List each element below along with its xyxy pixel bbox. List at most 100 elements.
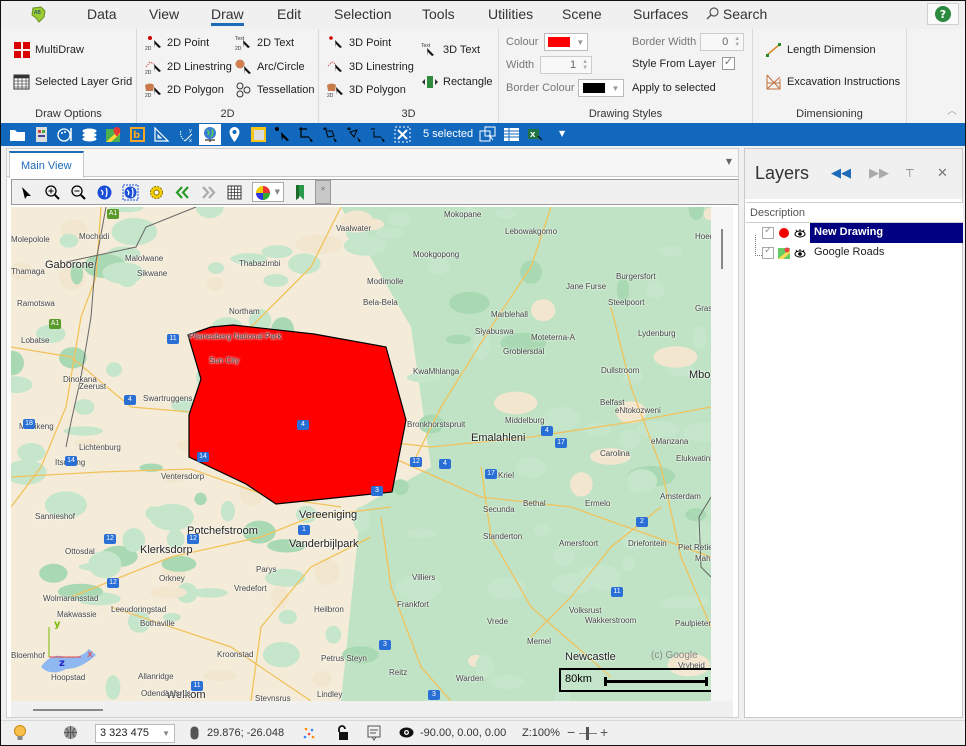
zoom-extent-icon[interactable] [96,184,113,201]
settings-gear-icon[interactable] [148,184,165,201]
2d-polygon-button[interactable]: 2D 2D Polygon [145,82,224,98]
attribute-table-icon[interactable] [503,126,520,143]
eye-icon[interactable] [794,227,806,239]
3d-polygon-button[interactable]: 2D 3D Polygon [327,82,406,98]
snap-points-icon[interactable] [303,726,315,740]
colour-picker[interactable]: ▼ [544,33,589,51]
collapse-ribbon-icon[interactable]: ︿ [947,102,957,117]
search-button[interactable]: Search [706,6,767,22]
globe-grid-icon[interactable] [63,725,78,740]
palette-icon[interactable] [57,126,74,143]
apply-to-selected-button[interactable]: Apply to selected [632,82,716,94]
deselect-icon[interactable] [370,126,387,143]
bing-maps-icon[interactable]: b [129,126,146,143]
spinner-arrows-icon[interactable]: ▲ ▼ [734,36,740,48]
close-icon[interactable]: ✕ [937,166,948,181]
zoom-to-selected-icon[interactable] [479,126,496,143]
eye-icon[interactable] [794,247,806,259]
theme-dropdown[interactable]: ▼ [252,182,284,202]
layer-row-google-roads[interactable]: Google Roads [746,243,963,263]
map-pin-icon[interactable] [226,126,243,143]
unlock-icon[interactable] [337,725,349,741]
scrollbar-thumb[interactable] [721,229,723,269]
triangle-ruler-icon[interactable] [153,126,170,143]
collapse-left-icon[interactable]: ◀◀ [831,166,851,181]
menu-data[interactable]: Data [87,6,117,22]
border-width-spinner[interactable]: 0 ▲ ▼ [700,33,745,51]
open-folder-icon[interactable] [9,126,26,143]
menu-draw[interactable]: Draw [211,6,244,26]
tessellation-button[interactable]: Tessellation [235,82,314,98]
previous-view-icon[interactable] [174,184,191,201]
selected-layer-grid-button[interactable]: Selected Layer Grid [13,74,132,90]
message-icon[interactable] [367,725,381,741]
spinner-arrows-icon[interactable]: ▲ ▼ [582,59,588,71]
route-shield: 14 [65,456,77,466]
select-point-icon[interactable] [274,126,291,143]
rectangle-button[interactable]: Rectangle [421,74,493,90]
2d-group-title: 2D [220,108,235,120]
length-dimension-button[interactable]: Length Dimension [765,42,876,58]
layer-visibility-checkbox[interactable] [762,245,774,259]
layers-stack-icon[interactable] [81,126,98,143]
border-colour-picker[interactable]: ▼ [578,79,625,97]
globe-toggle-button[interactable] [199,124,221,145]
frame-select-icon[interactable] [250,126,267,143]
zoom-slider-thumb[interactable] [586,727,589,740]
bookmark-icon[interactable] [292,184,309,201]
zoom-window-icon[interactable] [122,184,139,201]
select-vertex-icon[interactable] [298,126,315,143]
menu-scene[interactable]: Scene [562,6,602,22]
help-button[interactable]: ? [927,3,959,25]
map-canvas[interactable]: Gaborone Emalahleni Vereeniging Vanderbijlp… [11,207,711,701]
map-vertical-scrollbar[interactable] [711,207,733,701]
expand-right-icon[interactable]: ▶▶ [869,166,889,181]
3d-point-button[interactable]: 3D Point [327,35,391,51]
arc-circle-button[interactable]: Arc/Circle [235,59,305,75]
menu-selection[interactable]: Selection [334,6,392,22]
column-header-description[interactable]: Description [746,203,963,223]
coordinate-axes-icon[interactable]: yx [177,126,194,143]
scale-combo[interactable]: 3 323 475 ▼ [95,724,175,743]
report-icon[interactable] [33,126,50,143]
google-maps-icon[interactable] [105,126,122,143]
select-lasso-icon[interactable] [346,126,363,143]
menu-view[interactable]: View [149,6,179,22]
zoom-in-button[interactable]: + [600,724,608,740]
width-spinner[interactable]: 1 ▲ ▼ [540,56,593,74]
lightbulb-icon[interactable] [13,725,27,742]
grid-toggle-icon[interactable] [226,184,243,201]
select-polygon-icon[interactable] [322,126,339,143]
menu-utilities[interactable]: Utilities [488,6,533,22]
tab-menu-icon[interactable]: ▼ [726,157,732,166]
map-town-label: Elukwatini [676,454,711,463]
layer-visibility-checkbox[interactable] [762,225,774,239]
tab-main-view[interactable]: Main View [9,151,84,178]
zoom-in-icon[interactable] [44,184,61,201]
3d-linestring-button[interactable]: 3D Linestring [327,59,414,75]
3d-text-button[interactable]: Text 3D Text [421,42,480,58]
2d-text-button[interactable]: Text 2D 2D Text [235,35,294,51]
2d-point-button[interactable]: 2D 2D Point [145,35,209,51]
style-from-layer-checkbox[interactable] [721,55,735,70]
zoom-out-button[interactable]: − [567,724,575,740]
zoom-out-icon[interactable] [70,184,87,201]
menu-surfaces[interactable]: Surfaces [633,6,688,22]
multidraw-button[interactable]: MultiDraw [13,42,84,58]
menu-edit[interactable]: Edit [277,6,301,22]
pointer-icon[interactable] [18,184,35,201]
pin-icon[interactable]: ⊤ [905,167,915,180]
2d-linestring-button[interactable]: 2D 2D Linestring [145,59,232,75]
map-horizontal-scrollbar[interactable] [11,701,733,717]
toolbar-overflow-button[interactable]: * [315,180,331,204]
next-view-icon[interactable] [200,184,217,201]
layer-row-new-drawing[interactable]: New Drawing [746,223,963,243]
drawn-polygon[interactable] [187,324,407,505]
export-excel-icon[interactable]: X [527,126,544,143]
clear-selection-icon[interactable] [394,126,411,143]
scrollbar-thumb[interactable] [33,709,103,711]
excavation-instructions-button[interactable]: Excavation Instructions [765,74,900,90]
app-logo-icon[interactable]: AB [29,6,47,23]
toolbar-overflow-icon[interactable]: ▼ [559,129,565,138]
menu-tools[interactable]: Tools [422,6,455,22]
